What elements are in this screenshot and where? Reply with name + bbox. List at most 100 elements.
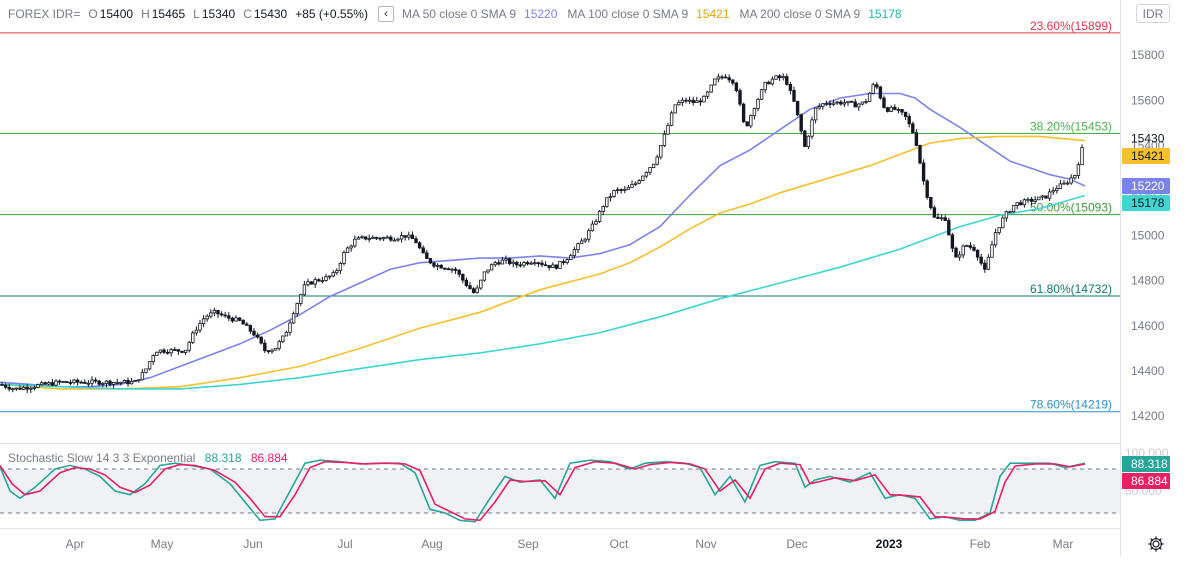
candle-body[interactable]	[641, 175, 645, 181]
candle-body[interactable]	[612, 190, 616, 197]
candle-body[interactable]	[201, 318, 206, 324]
candle-body[interactable]	[176, 349, 181, 352]
candle-body[interactable]	[475, 287, 479, 294]
candle-body[interactable]	[158, 349, 163, 353]
candle-body[interactable]	[32, 387, 37, 389]
candle-body[interactable]	[968, 245, 973, 248]
candle-body[interactable]	[165, 351, 170, 354]
candle-body[interactable]	[457, 270, 461, 275]
candle-body[interactable]	[482, 271, 487, 281]
candle-body[interactable]	[374, 236, 379, 239]
candle-body[interactable]	[965, 245, 969, 248]
candle-body[interactable]	[439, 264, 443, 269]
candle-body[interactable]	[918, 145, 922, 164]
candle-body[interactable]	[759, 89, 764, 100]
candle-body[interactable]	[57, 380, 62, 383]
candle-body[interactable]	[14, 387, 19, 390]
candle-body[interactable]	[605, 197, 609, 207]
candle-body[interactable]	[597, 210, 602, 222]
candle-body[interactable]	[1055, 188, 1059, 191]
candle-body[interactable]	[133, 380, 137, 382]
candle-body[interactable]	[252, 330, 256, 336]
candle-body[interactable]	[140, 371, 145, 381]
candle-body[interactable]	[219, 313, 224, 316]
candle-body[interactable]	[666, 124, 670, 135]
candle-body[interactable]	[1001, 217, 1005, 229]
candle-body[interactable]	[986, 256, 991, 270]
candle-body[interactable]	[407, 234, 411, 238]
candle-body[interactable]	[777, 75, 782, 79]
candle-body[interactable]	[180, 350, 184, 353]
candle-body[interactable]	[522, 262, 526, 266]
candle-body[interactable]	[515, 261, 519, 266]
candle-body[interactable]	[983, 262, 987, 270]
candle-body[interactable]	[903, 111, 908, 117]
candle-body[interactable]	[716, 76, 721, 80]
candle-body[interactable]	[961, 245, 965, 256]
candle-body[interactable]	[266, 350, 271, 353]
candle-body[interactable]	[97, 380, 101, 385]
candle-body[interactable]	[1015, 202, 1019, 206]
candle-body[interactable]	[450, 268, 454, 271]
candle-body[interactable]	[79, 381, 83, 384]
candle-body[interactable]	[306, 281, 310, 286]
candle-body[interactable]	[1076, 164, 1081, 176]
candle-body[interactable]	[313, 279, 317, 285]
candle-body[interactable]	[119, 381, 123, 384]
candle-body[interactable]	[835, 101, 839, 104]
candle-body[interactable]	[335, 270, 339, 274]
candle-body[interactable]	[677, 102, 681, 106]
candle-body[interactable]	[421, 247, 425, 254]
candle-body[interactable]	[543, 264, 548, 267]
candle-body[interactable]	[781, 76, 785, 79]
candle-body[interactable]	[619, 189, 623, 191]
candle-body[interactable]	[763, 81, 767, 91]
candle-body[interactable]	[727, 77, 731, 81]
candle-body[interactable]	[115, 381, 119, 384]
candle-body[interactable]	[497, 262, 501, 265]
candle-body[interactable]	[360, 236, 364, 239]
candle-body[interactable]	[547, 265, 551, 268]
candle-body[interactable]	[464, 279, 469, 287]
candle-body[interactable]	[756, 98, 760, 109]
stochastic-name[interactable]: Stochastic Slow 14 3 3 Exponential	[8, 451, 195, 465]
candle-body[interactable]	[993, 232, 998, 246]
candle-body[interactable]	[529, 262, 533, 265]
candle-body[interactable]	[381, 237, 386, 240]
candle-body[interactable]	[507, 258, 512, 265]
candle-body[interactable]	[893, 106, 897, 110]
candle-body[interactable]	[72, 379, 76, 383]
candle-body[interactable]	[245, 323, 249, 326]
candle-body[interactable]	[295, 303, 299, 315]
candle-body[interactable]	[1073, 175, 1077, 179]
candle-body[interactable]	[929, 197, 933, 209]
candle-body[interactable]	[943, 217, 947, 221]
candle-body[interactable]	[601, 206, 605, 212]
candle-body[interactable]	[669, 112, 674, 126]
candle-body[interactable]	[713, 78, 717, 86]
currency-button[interactable]: IDR	[1136, 4, 1170, 23]
candle-body[interactable]	[385, 236, 389, 239]
ma100-label[interactable]: MA 100 close 0 SMA 9	[567, 7, 688, 21]
candle-body[interactable]	[882, 97, 886, 109]
candle-body[interactable]	[302, 284, 307, 296]
candle-body[interactable]	[831, 102, 836, 105]
candle-body[interactable]	[331, 272, 335, 277]
candle-body[interactable]	[885, 107, 890, 112]
candle-body[interactable]	[511, 261, 515, 265]
candle-body[interactable]	[453, 268, 458, 271]
candle-body[interactable]	[907, 116, 911, 125]
candle-body[interactable]	[525, 262, 530, 265]
candle-body[interactable]	[947, 220, 951, 236]
candle-body[interactable]	[227, 315, 231, 319]
candle-body[interactable]	[486, 269, 490, 273]
candle-body[interactable]	[65, 381, 69, 383]
candle-body[interactable]	[583, 238, 587, 242]
candle-body[interactable]	[349, 245, 353, 249]
candle-body[interactable]	[723, 76, 728, 79]
candle-body[interactable]	[75, 379, 80, 383]
candle-body[interactable]	[173, 349, 177, 351]
candle-body[interactable]	[691, 99, 695, 104]
candle-body[interactable]	[212, 309, 217, 314]
candle-body[interactable]	[461, 273, 465, 281]
